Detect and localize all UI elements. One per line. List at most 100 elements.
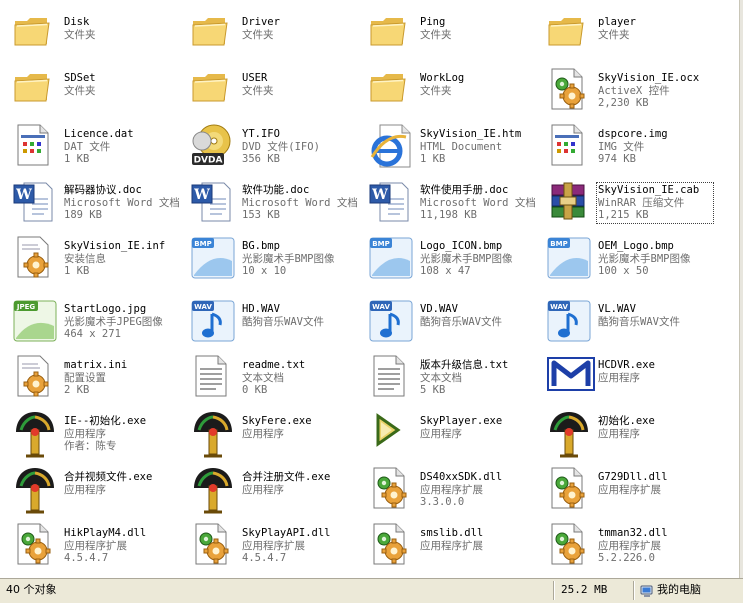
word-doc-icon[interactable]: W [368, 179, 416, 227]
file-name[interactable]: SDSet [64, 72, 178, 85]
file-name[interactable]: Licence.dat [64, 128, 178, 141]
file-item[interactable]: DVDA YT.IFO DVD 文件(IFO) 356 KB [178, 115, 356, 171]
file-name[interactable]: 合并视频文件.exe [64, 471, 178, 484]
file-item[interactable]: 初始化.exe 应用程序 [534, 402, 712, 458]
bmp-image-icon[interactable]: BMP [190, 235, 238, 283]
file-name[interactable]: VD.WAV [420, 303, 534, 316]
dll-file-icon[interactable] [546, 466, 594, 514]
file-name[interactable]: SkyVision_IE.htm [420, 128, 534, 141]
file-item[interactable]: SkyVision_IE.cab WinRAR 压缩文件 1,215 KB [534, 171, 714, 227]
file-name[interactable]: SkyVision_IE.ocx [598, 72, 712, 85]
file-item[interactable]: WorkLog 文件夹 [356, 59, 534, 115]
file-name[interactable]: readme.txt [242, 359, 356, 372]
file-name[interactable]: YT.IFO [242, 128, 356, 141]
dll-file-icon[interactable] [190, 522, 238, 570]
file-name[interactable]: HD.WAV [242, 303, 356, 316]
file-name[interactable]: smslib.dll [420, 527, 534, 540]
settings-file-icon[interactable] [12, 354, 60, 402]
file-name[interactable]: G729Dll.dll [598, 471, 712, 484]
file-item[interactable]: BMP Logo_ICON.bmp 光影魔术手BMP图像 108 x 47 [356, 227, 534, 283]
file-name[interactable]: WorkLog [420, 72, 534, 85]
wav-audio-icon[interactable]: WAV [546, 298, 594, 346]
file-item[interactable]: W 软件使用手册.doc Microsoft Word 文档 11,198 KB [356, 171, 536, 227]
wav-audio-icon[interactable]: WAV [368, 298, 416, 346]
file-name[interactable]: HikPlayM4.dll [64, 527, 178, 540]
file-item[interactable]: dspcore.img IMG 文件 974 KB [534, 115, 712, 171]
file-name[interactable]: dspcore.img [598, 128, 712, 141]
dll-file-icon[interactable] [368, 522, 416, 570]
text-file-icon[interactable] [368, 354, 416, 402]
bmp-image-icon[interactable]: BMP [546, 235, 594, 283]
file-item[interactable]: DS40xxSDK.dll 应用程序扩展 3.3.0.0 [356, 458, 534, 514]
file-name[interactable]: IE--初始化.exe [64, 415, 178, 428]
dll-file-icon[interactable] [12, 522, 60, 570]
torch-app-icon[interactable] [190, 410, 238, 458]
file-item[interactable]: G729Dll.dll 应用程序扩展 [534, 458, 712, 514]
file-name[interactable]: 软件功能.doc [242, 184, 356, 197]
file-name[interactable]: Disk [64, 16, 178, 29]
file-name[interactable]: SkyPlayAPI.dll [242, 527, 356, 540]
file-name[interactable]: VL.WAV [598, 303, 712, 316]
file-name[interactable]: BG.bmp [242, 240, 356, 253]
file-name[interactable]: 初始化.exe [598, 415, 712, 428]
file-item[interactable]: player 文件夹 [534, 3, 712, 59]
file-item[interactable]: matrix.ini 配置设置 2 KB [0, 346, 178, 402]
file-name[interactable]: SkyFere.exe [242, 415, 356, 428]
torch-app-icon[interactable] [12, 410, 60, 458]
generic-file-icon[interactable] [12, 123, 60, 171]
file-item[interactable]: IE--初始化.exe 应用程序 作者：陈专 [0, 402, 178, 458]
file-item[interactable]: Licence.dat DAT 文件 1 KB [0, 115, 178, 171]
file-item[interactable]: SkyVision_IE.ocx ActiveX 控件 2,230 KB [534, 59, 712, 115]
file-name[interactable]: matrix.ini [64, 359, 178, 372]
file-item[interactable]: WAV VD.WAV 酷狗音乐WAV文件 [356, 290, 534, 346]
file-name[interactable]: 解码器协议.doc [64, 184, 178, 197]
generic-file-icon[interactable] [546, 123, 594, 171]
file-item[interactable]: SkyPlayAPI.dll 应用程序扩展 4.5.4.7 [178, 514, 356, 570]
file-item[interactable]: 合并注册文件.exe 应用程序 [178, 458, 356, 514]
folder-icon[interactable] [368, 67, 416, 115]
file-item[interactable]: WAV HD.WAV 酷狗音乐WAV文件 [178, 290, 356, 346]
word-doc-icon[interactable]: W [190, 179, 238, 227]
file-name[interactable]: 软件使用手册.doc [420, 184, 534, 197]
wav-audio-icon[interactable]: WAV [190, 298, 238, 346]
jpeg-image-icon[interactable]: JPEG [12, 298, 60, 346]
torch-app-icon[interactable] [546, 410, 594, 458]
dll-file-icon[interactable] [546, 522, 594, 570]
torch-app-icon[interactable] [12, 466, 60, 514]
file-item[interactable]: BMP BG.bmp 光影魔术手BMP图像 10 x 10 [178, 227, 356, 283]
folder-icon[interactable] [190, 11, 238, 59]
file-item[interactable]: smslib.dll 应用程序扩展 [356, 514, 534, 570]
file-name[interactable]: DS40xxSDK.dll [420, 471, 534, 484]
file-name[interactable]: HCDVR.exe [598, 359, 712, 372]
hcdvr-app-icon[interactable] [546, 354, 595, 402]
file-name[interactable]: Logo_ICON.bmp [420, 240, 534, 253]
torch-app-icon[interactable] [190, 466, 238, 514]
folder-icon[interactable] [12, 67, 60, 115]
file-item[interactable]: SkyPlayer.exe 应用程序 [356, 402, 534, 458]
file-name[interactable]: StartLogo.jpg [64, 303, 178, 316]
text-file-icon[interactable] [190, 354, 238, 402]
file-name[interactable]: SkyVision_IE.cab [598, 184, 712, 197]
file-name[interactable]: SkyVision_IE.inf [64, 240, 178, 253]
file-item[interactable]: Ping 文件夹 [356, 3, 534, 59]
folder-icon[interactable] [368, 11, 416, 59]
word-doc-icon[interactable]: W [12, 179, 60, 227]
file-name[interactable]: tmman32.dll [598, 527, 712, 540]
file-item[interactable]: SDSet 文件夹 [0, 59, 178, 115]
file-name[interactable]: 版本升级信息.txt [420, 359, 534, 372]
file-item[interactable]: 版本升级信息.txt 文本文档 5 KB [356, 346, 534, 402]
dll-file-icon[interactable] [546, 67, 594, 115]
file-item[interactable]: USER 文件夹 [178, 59, 356, 115]
file-name[interactable]: player [598, 16, 712, 29]
file-item[interactable]: HikPlayM4.dll 应用程序扩展 4.5.4.7 [0, 514, 178, 570]
file-item[interactable]: WAV VL.WAV 酷狗音乐WAV文件 [534, 290, 712, 346]
play-arrow-app-icon[interactable] [368, 410, 416, 458]
file-item[interactable]: JPEG StartLogo.jpg 光影魔术手JPEG图像 464 x 271 [0, 290, 178, 346]
vertical-scrollbar[interactable] [739, 0, 743, 578]
file-name[interactable]: SkyPlayer.exe [420, 415, 534, 428]
file-item[interactable]: SkyVision_IE.inf 安装信息 1 KB [0, 227, 178, 283]
file-name[interactable]: 合并注册文件.exe [242, 471, 356, 484]
file-list-view[interactable]: Disk 文件夹 Driver 文件夹 Ping 文件夹 player 文件夹 SDSet 文件夹… [0, 0, 740, 578]
file-item[interactable]: tmman32.dll 应用程序扩展 5.2.226.0 [534, 514, 712, 570]
file-item[interactable]: Driver 文件夹 [178, 3, 356, 59]
